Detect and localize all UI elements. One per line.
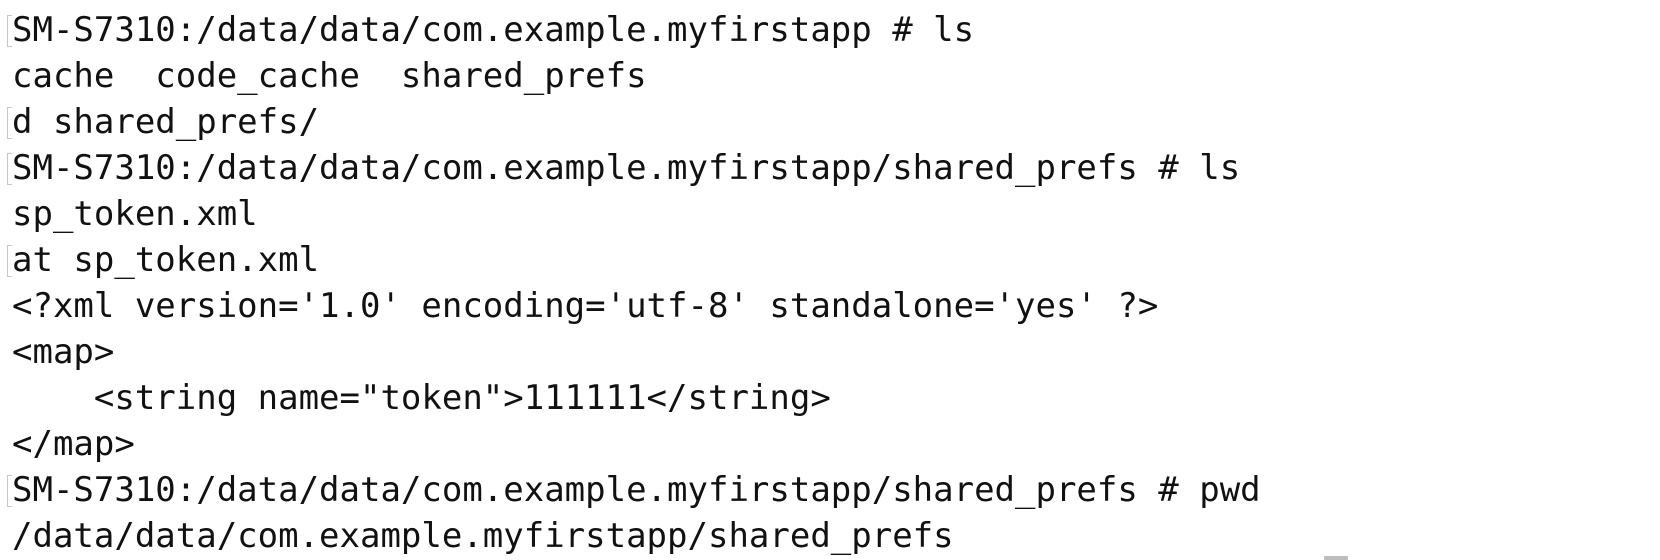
line-marker-icon bbox=[7, 245, 12, 277]
terminal-line-5: sp_token.xml bbox=[12, 194, 258, 234]
scroll-indicator[interactable] bbox=[1324, 556, 1348, 560]
terminal-line-7: <?xml version='1.0' encoding='utf-8' sta… bbox=[12, 286, 1159, 326]
terminal-line-8: <map> bbox=[12, 332, 115, 372]
line-marker-icon bbox=[7, 15, 12, 47]
terminal-line-10: </map> bbox=[12, 424, 135, 464]
terminal-line-4: SM-S7310:/data/data/com.example.myfirsta… bbox=[12, 148, 1241, 188]
terminal-line-11: SM-S7310:/data/data/com.example.myfirsta… bbox=[12, 470, 1261, 510]
line-marker-icon bbox=[7, 107, 12, 139]
terminal-line-3: d shared_prefs/ bbox=[12, 102, 320, 142]
line-marker-icon bbox=[7, 153, 12, 185]
terminal-line-1: SM-S7310:/data/data/com.example.myfirsta… bbox=[12, 10, 975, 50]
terminal-line-9: <string name="token">111111</string> bbox=[12, 378, 831, 418]
line-marker-icon bbox=[7, 475, 12, 507]
terminal-window[interactable]: SM-S7310:/data/data/com.example.myfirsta… bbox=[0, 0, 1660, 560]
terminal-line-2: cache code_cache shared_prefs bbox=[12, 56, 647, 96]
terminal-line-12: /data/data/com.example.myfirstapp/shared… bbox=[12, 516, 954, 556]
terminal-line-6: at sp_token.xml bbox=[12, 240, 320, 280]
